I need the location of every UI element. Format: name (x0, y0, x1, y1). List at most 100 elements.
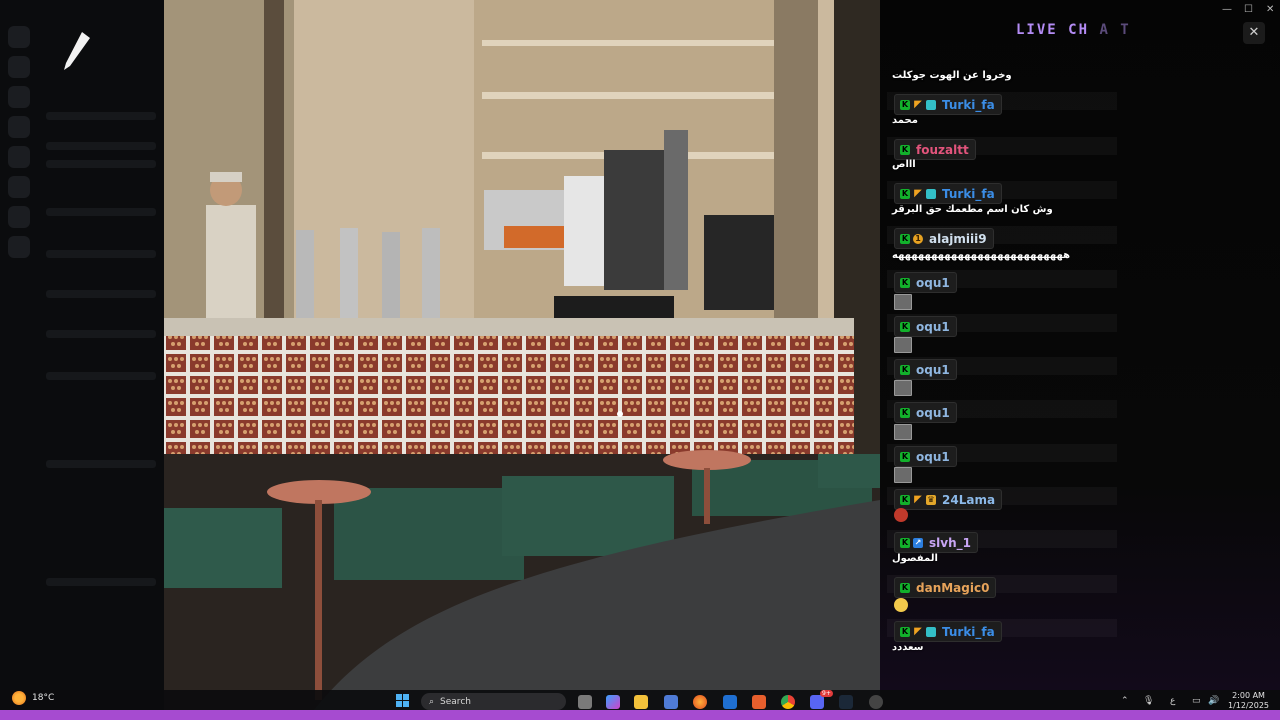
vip-badge-icon: K (900, 99, 910, 110)
copilot-icon[interactable] (606, 695, 620, 709)
chat-username-tag[interactable]: Koqu1 (894, 402, 957, 423)
channel-item[interactable] (46, 160, 156, 168)
chat-username[interactable]: oqu1 (916, 450, 950, 464)
chat-username[interactable]: slvh_1 (929, 536, 971, 550)
emote-image (894, 337, 912, 353)
language-indicator[interactable]: ع (1170, 696, 1175, 706)
vip-badge-icon: K (900, 144, 910, 155)
channel-item[interactable] (46, 112, 156, 120)
chat-message-text: سعددد (892, 642, 924, 653)
server-icon[interactable] (8, 236, 30, 258)
chat-username[interactable]: 24Lama (942, 493, 995, 507)
chat-username[interactable]: Turki_fa (942, 98, 995, 112)
pen-icon (64, 32, 90, 70)
background-app-window (0, 0, 164, 690)
windows-start-icon[interactable] (396, 694, 410, 708)
minimize-button[interactable]: — (1222, 4, 1232, 15)
weather-temp: 18°C (32, 693, 55, 703)
notification-badge: 9+ (820, 690, 833, 697)
search-placeholder: Search (440, 696, 471, 707)
chat-username-tag[interactable]: Koqu1 (894, 359, 957, 380)
app-icon[interactable] (869, 695, 883, 709)
chat-username-tag[interactable]: Koqu1 (894, 446, 957, 467)
chat-username-tag[interactable]: K ◤ Turki_fa (894, 94, 1002, 115)
outlook-icon[interactable] (723, 695, 737, 709)
firefox-icon[interactable] (693, 695, 707, 709)
booster-badge-icon: ↗ (913, 537, 923, 548)
chat-username[interactable]: fouzaltt (916, 143, 969, 157)
steam-icon[interactable] (839, 695, 853, 709)
weather-icon (12, 691, 26, 705)
store-icon[interactable] (664, 695, 678, 709)
chat-username-tag[interactable]: Koqu1 (894, 316, 957, 337)
crown-badge-icon: ♛ (926, 494, 936, 505)
user-panel[interactable] (46, 578, 156, 586)
channel-item[interactable] (46, 208, 156, 216)
subscriber-badge-icon (926, 626, 936, 637)
gold-badge-icon: ◤ (914, 493, 922, 505)
weather-widget[interactable]: 18°C (12, 691, 54, 705)
search-icon: ⌕ (429, 696, 435, 707)
vip-badge-icon: K (900, 494, 910, 505)
vip-badge-icon: K (900, 407, 910, 418)
channel-item[interactable] (46, 290, 156, 298)
chat-username-tag[interactable]: K ◤ ♛ 24Lama (894, 489, 1003, 510)
maximize-button[interactable]: ☐ (1244, 4, 1253, 15)
chrome-icon[interactable] (781, 695, 795, 709)
system-clock[interactable]: 2:00 AM 1/12/2025 (1228, 691, 1269, 711)
chat-username-tag[interactable]: Koqu1 (894, 272, 957, 293)
gold-badge-icon: ◤ (914, 187, 922, 199)
mic-icon[interactable]: 🎙 (1143, 696, 1154, 706)
chat-username[interactable]: oqu1 (916, 276, 950, 290)
emote-image (894, 380, 912, 396)
discord-icon[interactable] (810, 695, 824, 709)
emoji-icon (894, 598, 908, 612)
vip-badge-icon: K (900, 626, 910, 637)
chat-username[interactable]: oqu1 (916, 406, 950, 420)
server-icon[interactable] (8, 116, 30, 138)
chat-username[interactable]: alajmiii9 (929, 232, 987, 246)
channel-item[interactable] (46, 460, 156, 468)
server-icon[interactable] (8, 206, 30, 228)
channel-item[interactable] (46, 250, 156, 258)
chat-username-tag[interactable]: K ◤ Turki_fa (894, 621, 1002, 642)
chat-username[interactable]: oqu1 (916, 363, 950, 377)
chat-username-tag[interactable]: K 1 alajmiii9 (894, 228, 994, 249)
server-icon[interactable] (8, 146, 30, 168)
chat-username[interactable]: Turki_fa (942, 625, 995, 639)
chat-message-text: وش كان اسم مطعمك حق البرقر (892, 204, 1053, 215)
server-icon[interactable] (8, 56, 30, 78)
app-icon[interactable] (752, 695, 766, 709)
task-view-icon[interactable] (578, 695, 592, 709)
taskbar-search[interactable]: ⌕ Search (421, 693, 566, 710)
server-icon[interactable] (8, 176, 30, 198)
chat-username-tag[interactable]: KdanMagic0 (894, 577, 997, 598)
channel-item[interactable] (46, 330, 156, 338)
server-icon[interactable] (8, 86, 30, 108)
chat-username[interactable]: danMagic0 (916, 581, 989, 595)
close-icon[interactable]: ✕ (1243, 22, 1265, 44)
chat-username-tag[interactable]: K ↗ slvh_1 (894, 532, 978, 553)
subscriber-badge-icon (926, 99, 936, 110)
channel-item[interactable] (46, 372, 156, 380)
vip-badge-icon: K (900, 233, 910, 244)
level-badge-icon: 1 (913, 233, 923, 244)
chat-username[interactable]: Turki_fa (942, 187, 995, 201)
file-explorer-icon[interactable] (634, 695, 648, 709)
channel-item[interactable] (46, 142, 156, 150)
gold-badge-icon: ◤ (914, 625, 922, 637)
vip-badge-icon: K (900, 364, 910, 375)
volume-icon[interactable]: 🔊 (1208, 696, 1219, 706)
vip-badge-icon: K (900, 188, 910, 199)
clock-time: 2:00 AM (1232, 691, 1265, 700)
chat-username[interactable]: oqu1 (916, 320, 950, 334)
window-close-button[interactable]: ✕ (1266, 4, 1274, 15)
chat-username-tag[interactable]: K ◤ Turki_fa (894, 183, 1002, 204)
chat-message-text: محمد (892, 115, 918, 126)
emote-image (894, 467, 912, 483)
network-icon[interactable]: ▭ (1192, 696, 1201, 706)
emote-image (894, 424, 912, 440)
tray-chevron-icon[interactable]: ⌃ (1121, 696, 1129, 706)
server-icon[interactable] (8, 26, 30, 48)
chat-username-tag[interactable]: Kfouzaltt (894, 139, 976, 160)
